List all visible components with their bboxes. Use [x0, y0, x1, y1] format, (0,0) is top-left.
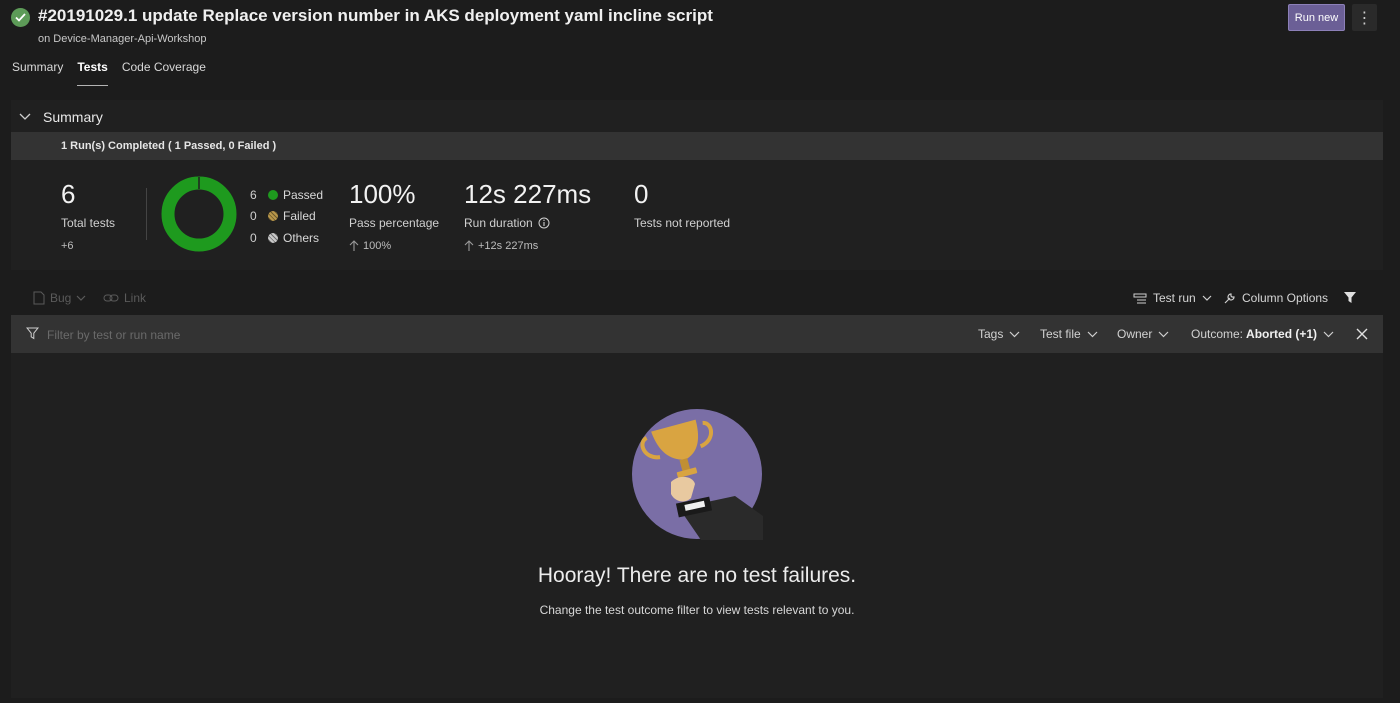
close-icon — [1356, 328, 1368, 340]
summary-section-label: Summary — [43, 109, 103, 125]
runs-completed-bar: 1 Run(s) Completed ( 1 Passed, 0 Failed … — [11, 132, 1383, 160]
test-file-filter-dropdown[interactable]: Test file — [1040, 327, 1098, 341]
others-dot-icon — [268, 233, 278, 243]
link-label: Link — [124, 291, 147, 305]
run-duration-label: Run duration — [464, 216, 533, 230]
failed-count: 0 — [250, 209, 257, 223]
run-duration-value: 12s 227ms — [464, 179, 592, 209]
tags-filter-dropdown[interactable]: Tags — [978, 327, 1020, 341]
total-tests-label: Total tests — [61, 216, 116, 230]
tab-bar: Summary Tests Code Coverage — [12, 60, 206, 86]
pipeline-name: on Device-Manager-Api-Workshop — [38, 33, 207, 45]
not-reported-value: 0 — [634, 179, 649, 209]
run-duration-delta: +12s 227ms — [464, 240, 538, 252]
run-duration-label-row: Run duration — [464, 216, 550, 230]
tab-tests[interactable]: Tests — [77, 60, 108, 86]
tags-filter-label: Tags — [978, 327, 1004, 341]
clear-filters-button[interactable] — [1356, 327, 1368, 345]
wrench-icon — [1224, 292, 1235, 303]
filter-input[interactable]: Filter by test or run name — [47, 328, 180, 342]
pass-percentage-value: 100% — [349, 179, 416, 209]
bug-label: Bug — [50, 291, 72, 305]
test-run-label: Test run — [1153, 291, 1196, 305]
outcome-filter-value: Aborted (+1) — [1246, 327, 1318, 341]
passed-label: Passed — [283, 188, 324, 202]
work-item-icon — [33, 291, 45, 305]
chevron-down-icon — [1009, 331, 1020, 337]
chevron-down-icon — [1202, 295, 1212, 301]
pass-percentage-label: Pass percentage — [349, 216, 440, 230]
summary-panel: Summary 1 Run(s) Completed ( 1 Passed, 0… — [11, 100, 1383, 270]
legend-failed: 0 Failed — [250, 209, 316, 223]
empty-state-heading: Hooray! There are no test failures. — [537, 564, 857, 587]
trophy-illustration — [632, 409, 763, 540]
owner-filter-dropdown[interactable]: Owner — [1117, 327, 1169, 341]
not-reported-label: Tests not reported — [634, 216, 731, 230]
arrow-up-icon — [464, 240, 474, 251]
chevron-down-icon — [19, 110, 35, 124]
link-icon — [103, 294, 119, 302]
summary-collapse-toggle[interactable]: Summary — [11, 106, 103, 128]
column-options-label: Column Options — [1242, 291, 1329, 305]
chevron-down-icon — [1323, 331, 1334, 337]
others-label: Others — [283, 231, 320, 245]
bug-button[interactable]: Bug — [33, 291, 86, 305]
filter-bar: Filter by test or run name Tags Test fil… — [11, 315, 1383, 353]
legend-passed: 6 Passed — [250, 188, 323, 202]
filter-icon — [26, 327, 39, 340]
failed-dot-icon — [268, 211, 278, 221]
chevron-down-icon — [1158, 331, 1169, 337]
chevron-down-icon — [1087, 331, 1098, 337]
tab-code-coverage[interactable]: Code Coverage — [122, 60, 206, 86]
filter-icon — [1344, 292, 1356, 303]
link-button[interactable]: Link — [103, 291, 146, 305]
group-by-icon — [1133, 293, 1147, 303]
outcome-filter-dropdown[interactable]: Outcome: Aborted (+1) — [1191, 327, 1334, 341]
info-icon[interactable] — [538, 217, 550, 229]
outcome-filter-label: Outcome: — [1191, 327, 1244, 341]
empty-state: Hooray! There are no test failures. Chan… — [11, 353, 1383, 698]
run-new-button[interactable]: Run new — [1288, 4, 1345, 31]
failed-label: Failed — [283, 209, 316, 223]
total-tests-delta: +6 — [61, 240, 74, 252]
more-actions-button[interactable]: ⋮ — [1352, 4, 1377, 31]
owner-filter-label: Owner — [1117, 327, 1153, 341]
succeeded-check-icon — [11, 8, 30, 27]
legend-others: 0 Others — [250, 231, 319, 245]
page-title: #20191029.1 update Replace version numbe… — [38, 6, 713, 25]
total-tests-value: 6 — [61, 179, 76, 209]
pass-percentage-delta-text: 100% — [363, 240, 392, 252]
column-options-button[interactable]: Column Options — [1223, 291, 1328, 305]
run-duration-delta-text: +12s 227ms — [478, 240, 539, 252]
results-toolbar: Bug Link Test run Column Options — [11, 286, 1383, 312]
test-file-filter-label: Test file — [1040, 327, 1081, 341]
empty-state-hint: Change the test outcome filter to view t… — [539, 603, 855, 617]
runs-completed-text: 1 Run(s) Completed ( 1 Passed, 0 Failed … — [61, 140, 277, 152]
outcome-donut-chart — [161, 176, 237, 252]
passed-count: 6 — [250, 188, 257, 202]
arrow-up-icon — [349, 240, 359, 251]
tab-summary[interactable]: Summary — [12, 60, 63, 86]
page-header: #20191029.1 update Replace version numbe… — [0, 0, 1400, 52]
others-count: 0 — [250, 231, 257, 245]
chevron-down-icon — [76, 295, 86, 301]
test-run-group-button[interactable]: Test run — [1133, 291, 1212, 305]
metric-divider — [146, 188, 147, 240]
filter-toggle-button[interactable] — [1343, 291, 1357, 304]
pass-percentage-delta: 100% — [349, 240, 391, 252]
passed-dot-icon — [268, 190, 278, 200]
